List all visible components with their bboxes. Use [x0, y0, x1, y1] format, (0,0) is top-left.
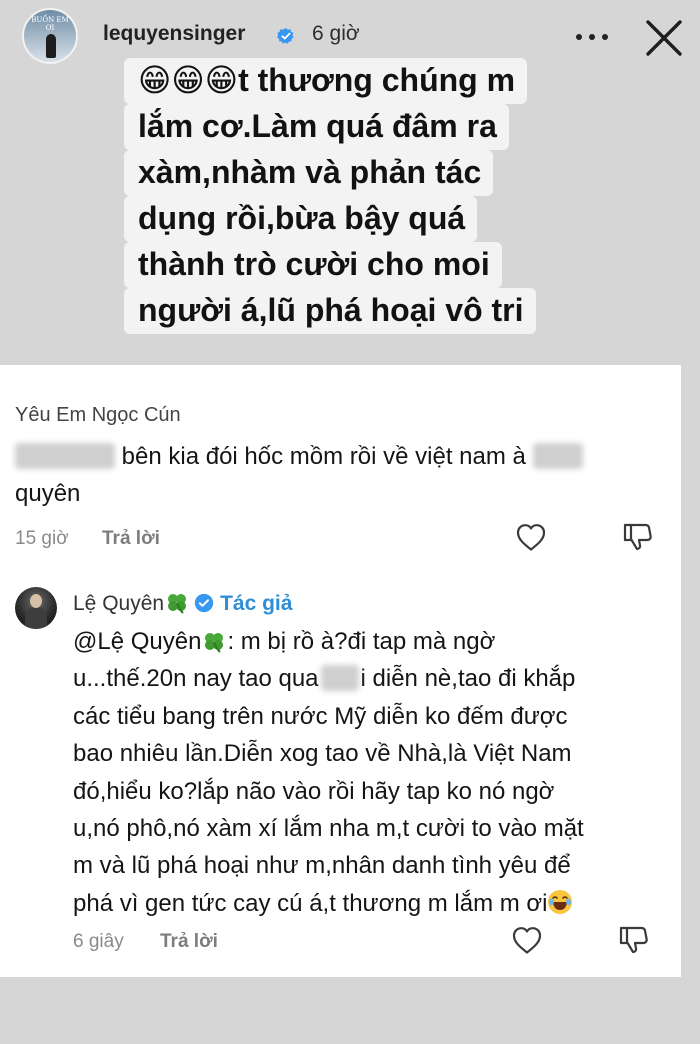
comment-text: @Lệ Quyên : m bị rồ à?đi tap mà ngờ u...…: [73, 623, 673, 922]
story-avatar[interactable]: BUỒN EM ƠI: [22, 8, 78, 64]
comment-text-part: quyên: [15, 480, 81, 507]
author-name: Lệ Quyên: [73, 592, 165, 615]
comment-text-part: bên kia đói hốc mồm rồi về việt nam à: [121, 443, 526, 470]
username[interactable]: lequyensinger: [103, 22, 245, 46]
comment-text-part: i diễn nè,tao đi khắp: [360, 665, 576, 693]
comment-time: 15 giờ: [15, 528, 69, 549]
comment-line: các tiểu bang trên nước Mỹ diễn ko đếm đ…: [73, 702, 568, 730]
dislike-icon[interactable]: [618, 924, 650, 956]
heart-icon[interactable]: [511, 925, 543, 955]
avatar-figure: [46, 34, 56, 58]
more-options-icon[interactable]: [576, 24, 608, 50]
caption-line: lắm cơ.Làm quá đâm ra: [124, 104, 509, 150]
comment-time: 6 giây: [73, 931, 124, 952]
comment-line: u...thế.20n nay tao qua i diễn nè,tao đi …: [73, 660, 673, 697]
more-dot: [589, 34, 595, 40]
author-tag: Tác giả: [220, 592, 293, 615]
comment-line: đó,hiểu ko?lắp não vào rồi hãy tap ko nó…: [73, 777, 555, 805]
post-time: 6 giờ: [312, 22, 360, 45]
comment-text-part: u...thế.20n nay tao qua: [73, 665, 319, 693]
dislike-icon[interactable]: [622, 521, 654, 553]
comment-text: bên kia đói hốc mồm rồi về việt nam à qu…: [15, 438, 675, 512]
caption-line: 😁😁😁t thương chúng m: [124, 58, 528, 104]
more-dot: [602, 34, 608, 40]
reply-button[interactable]: Trả lời: [160, 931, 218, 953]
comment-line: @Lệ Quyên : m bị rồ à?đi tap mà ngờ: [73, 623, 673, 660]
comment-line: phá vì gen tức cay cú á,t thương m lắm m…: [73, 885, 673, 922]
avatar-body: [25, 607, 47, 629]
comment-line: m và lũ phá hoại như m,nhân danh tình yê…: [73, 852, 571, 880]
avatar-head: [30, 594, 42, 608]
heart-icon[interactable]: [515, 522, 547, 552]
comment-author[interactable]: Lệ Quyên Tác giả: [73, 592, 292, 616]
comment-line: u,nó phô,nó xàm xí lắm nha m,t cười to v…: [73, 815, 584, 843]
caption-line: xàm,nhàm và phản tác: [124, 150, 494, 196]
author-avatar[interactable]: [15, 587, 57, 629]
close-icon[interactable]: [642, 16, 686, 60]
comment-line: bao nhiêu lần.Diễn xog tao về Nhà,là Việ…: [73, 740, 572, 768]
caption-line: người á,lũ phá hoại vô tri: [124, 288, 536, 334]
comment-author[interactable]: Yêu Em Ngọc Cún: [15, 404, 181, 427]
comment-text-part: : m bị rồ à?đi tap mà ngờ: [227, 628, 496, 655]
avatar-text: BUỒN EM ƠI: [31, 16, 69, 32]
verified-badge-icon: [277, 28, 294, 44]
comment-text-part: phá vì gen tức cay cú á,t thương m lắm m…: [73, 889, 548, 917]
clover-icon: [205, 633, 224, 653]
blurred-text: [532, 443, 583, 469]
reply-button[interactable]: Trả lời: [102, 528, 160, 550]
more-dot: [576, 34, 582, 40]
clover-icon: [168, 594, 187, 614]
laugh-emoji-icon: [548, 889, 573, 914]
mention-link[interactable]: @Lệ Quyên: [73, 628, 201, 655]
comments-panel: Yêu Em Ngọc Cún bên kia đói hốc mồm rồi …: [0, 365, 681, 977]
caption-line: dụng rồi,bừa bậy quá: [124, 196, 478, 242]
verified-badge-icon: [194, 593, 214, 613]
blurred-text: [15, 443, 115, 469]
blurred-text: [320, 665, 359, 692]
caption-line: thành trò cười cho moi: [124, 242, 502, 288]
